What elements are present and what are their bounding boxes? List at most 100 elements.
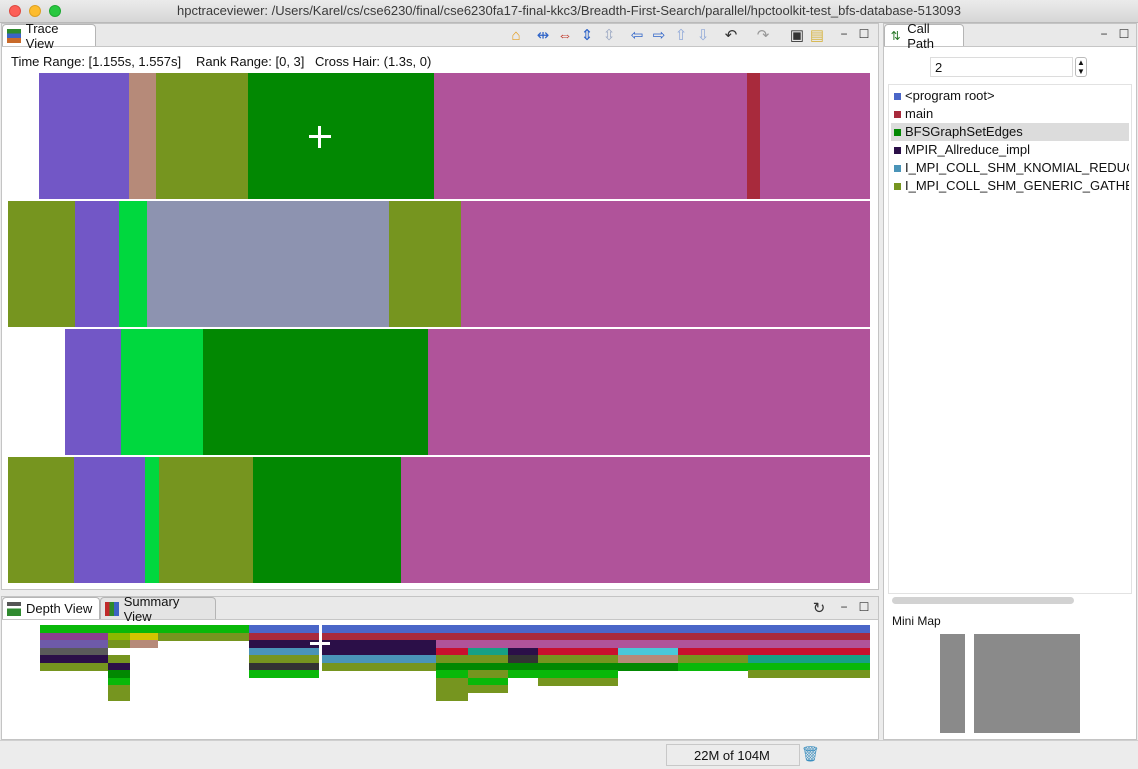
tab-call-path[interactable]: ⇅ Call Path [884,21,964,51]
tab-depth-view-label: Depth View [26,601,93,616]
trace-segment [203,329,428,455]
trace-view-panel: Trace View ⌂ ⇹ ⇔ ⇕ ⇳ ⇦ ⇨ ⇧ ⇩ ↶ ↷ ▣ ▤ − ☐… [1,21,879,590]
go-right-icon[interactable]: ⇨ [650,27,668,45]
call-path-item-label: I_MPI_COLL_SHM_GENERIC_GATHER_ [905,178,1129,193]
tab-call-path-label: Call Path [907,20,934,51]
window-title: hpctraceviewer: /Users/Karel/cs/cse6230/… [176,3,961,18]
undo-icon[interactable]: ↶ [722,27,740,45]
home-icon[interactable]: ⌂ [507,27,525,45]
depth-segment [130,640,158,648]
trace-segment [65,329,121,455]
call-path-panel: ⇅ Call Path − ☐ 2 ▲ ▼ <program root> main B… [883,21,1137,740]
mini-map-label: Mini Map [892,614,941,628]
trace-segment [159,457,253,583]
garbage-collect-icon[interactable]: 🗑 [801,745,820,763]
depth-crosshair [319,625,322,665]
depth-segment [108,692,130,701]
go-down-icon[interactable]: ⇩ [694,27,712,45]
trace-segment [145,457,159,583]
depth-spinner-value: 2 [935,60,943,75]
trace-segment [147,201,389,327]
refresh-icon[interactable]: ↻ [810,600,828,618]
depth-segment [468,685,508,693]
call-path-color-swatch [894,92,901,100]
save-icon[interactable]: ▣ [788,27,806,45]
cross-hair: Cross Hair: (1.3s, 0) [315,54,432,69]
trace-segment [156,73,248,199]
callpath-minimize-icon[interactable]: − [1098,26,1110,42]
zoom-in-rank-icon[interactable]: ⇕ [578,27,596,45]
zoom-in-time-icon[interactable]: ⇹ [534,27,552,45]
depth-segment [436,692,468,701]
call-path-item[interactable]: I_MPI_COLL_SHM_KNOMIAL_REDUCE [891,159,1129,177]
depth-canvas[interactable] [8,625,870,733]
call-path-item[interactable]: <program root> [891,87,1129,105]
call-path-hscrollbar[interactable] [892,597,1074,604]
heap-status: 22M of 104M [666,744,800,766]
trace-segment [119,201,147,327]
depth-stepper[interactable]: ▲ ▼ [1075,57,1087,77]
tab-summary-view[interactable]: Summary View [100,594,216,624]
tab-summary-view-label: Summary View [123,593,180,624]
trace-segment [401,457,870,583]
status-bar: 22M of 104M 🗑 [0,740,1138,769]
depth-segment [618,662,678,671]
call-path-item[interactable]: MPIR_Allreduce_impl [891,141,1129,159]
crosshair-marker [309,126,331,148]
call-path-color-swatch [894,164,901,172]
depth-segment [678,662,748,671]
call-path-item[interactable]: BFSGraphSetEdges [891,123,1129,141]
call-path-list: <program root> main BFSGraphSetEdges MPIR_A… [888,84,1132,594]
tab-trace-view-label: Trace View [25,20,59,51]
maximize-icon[interactable]: ☐ [858,26,870,42]
rank-range: Rank Range: [0, 3] [196,54,305,69]
trace-segment [461,201,870,327]
tab-trace-view[interactable]: Trace View [2,21,96,51]
trace-segment [8,457,74,583]
zoom-out-rank-icon[interactable]: ⇳ [600,27,618,45]
trace-segment [747,73,760,199]
summary-view-icon [105,601,119,616]
redo-icon[interactable]: ↷ [754,27,772,45]
call-path-color-swatch [894,146,901,154]
callpath-maximize-icon[interactable]: ☐ [1118,26,1130,42]
memory-usage: 22M of 104M [694,748,770,763]
depth-spinner[interactable]: 2 [930,57,1073,77]
open-icon[interactable]: ▤ [808,27,826,45]
trace-view-icon [7,28,21,43]
trace-segment [428,329,870,455]
go-left-icon[interactable]: ⇦ [628,27,646,45]
call-path-item[interactable]: I_MPI_COLL_SHM_GENERIC_GATHER_ [891,177,1129,195]
go-up-icon[interactable]: ⇧ [672,27,690,45]
depth-view-panel: Depth View Summary View ↻ − ☐ [1,594,879,740]
trace-segment [8,329,65,455]
depth-crosshair-bar [310,642,330,645]
trace-segment [389,201,461,327]
call-path-item-label: MPIR_Allreduce_impl [905,142,1030,157]
depth-maximize-icon[interactable]: ☐ [858,599,870,615]
trace-segment [129,73,156,199]
call-path-color-swatch [894,182,901,190]
call-path-item-label: <program root> [905,88,995,103]
depth-segment [508,670,538,678]
trace-segment [74,457,145,583]
call-path-color-swatch [894,128,901,136]
tab-depth-view[interactable]: Depth View [2,597,100,619]
depth-minimize-icon[interactable]: − [838,599,850,615]
trace-canvas[interactable] [8,73,870,583]
minimize-icon[interactable]: − [838,26,850,42]
call-path-item-label: I_MPI_COLL_SHM_KNOMIAL_REDUCE [905,160,1129,175]
zoom-out-time-icon[interactable]: ⇔ [556,27,574,45]
call-path-icon: ⇅ [890,28,901,43]
call-path-item[interactable]: main [891,105,1129,123]
depth-view-icon [7,601,21,616]
mini-map[interactable] [940,634,1080,733]
trace-segment [434,73,747,199]
trace-segment [8,201,75,327]
trace-segment [39,73,129,199]
call-path-item-label: main [905,106,934,121]
trace-segment [121,329,203,455]
trace-view-tabbar [2,24,878,47]
call-path-item-label: BFSGraphSetEdges [905,124,1023,139]
trace-segment [75,201,119,327]
